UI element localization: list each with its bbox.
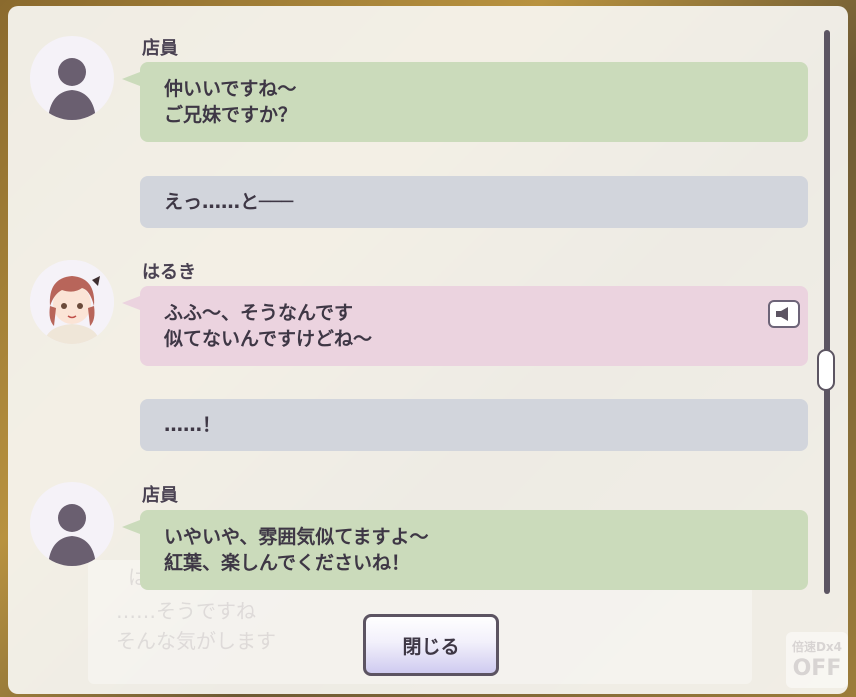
speaker-name: 店員 [142,485,178,506]
speed-label: 倍速Dx4 [791,640,843,654]
close-button[interactable]: 閉じる [363,614,499,676]
voice-replay-button[interactable] [768,300,800,328]
narration-bubble: ……！ [140,399,808,451]
dialogue-bubble: いやいや、雰囲気似てますよ～ 紅葉、楽しんでくださいね！ [140,510,808,590]
speed-toggle-background: 倍速Dx4 OFF [786,632,848,688]
background-line-2: そんな気がします [116,629,276,653]
scrollbar-track[interactable] [824,30,830,594]
dialogue-line: ……！ [164,414,222,436]
speaker-name: 店員 [142,38,178,59]
dialogue-line: 仲いいですね～ [164,78,297,100]
speed-state: OFF [792,656,842,681]
bubble-tail [122,72,140,86]
background-line-1: ……そうですね [116,599,256,623]
dialogue-line: いやいや、雰囲気似てますよ～ [164,526,429,548]
bubble-tail [122,520,140,534]
scrollbar-thumb[interactable] [817,349,835,391]
dialogue-bubble: ふふ～、そうなんです 似てないんですけどね～ [140,286,808,366]
silhouette-icon [30,482,114,566]
speaker-name: はるき [142,262,196,283]
dialogue-line: 似てないんですけどね～ [164,328,373,350]
dialogue-line: ご兄妹ですか？ [164,104,298,126]
dialogue-line: ふふ～、そうなんです [164,302,354,324]
dialogue-bubble: 仲いいですね～ ご兄妹ですか？ [140,62,808,142]
haruki-portrait [30,260,114,344]
narration-bubble: えっ……と─── [140,176,808,228]
silhouette-icon [30,36,114,120]
bubble-tail [122,296,140,310]
dialogue-line: えっ……と─── [164,191,294,213]
dialogue-line: 紅葉、楽しんでくださいね！ [164,552,411,574]
speaker-icon [776,307,788,321]
